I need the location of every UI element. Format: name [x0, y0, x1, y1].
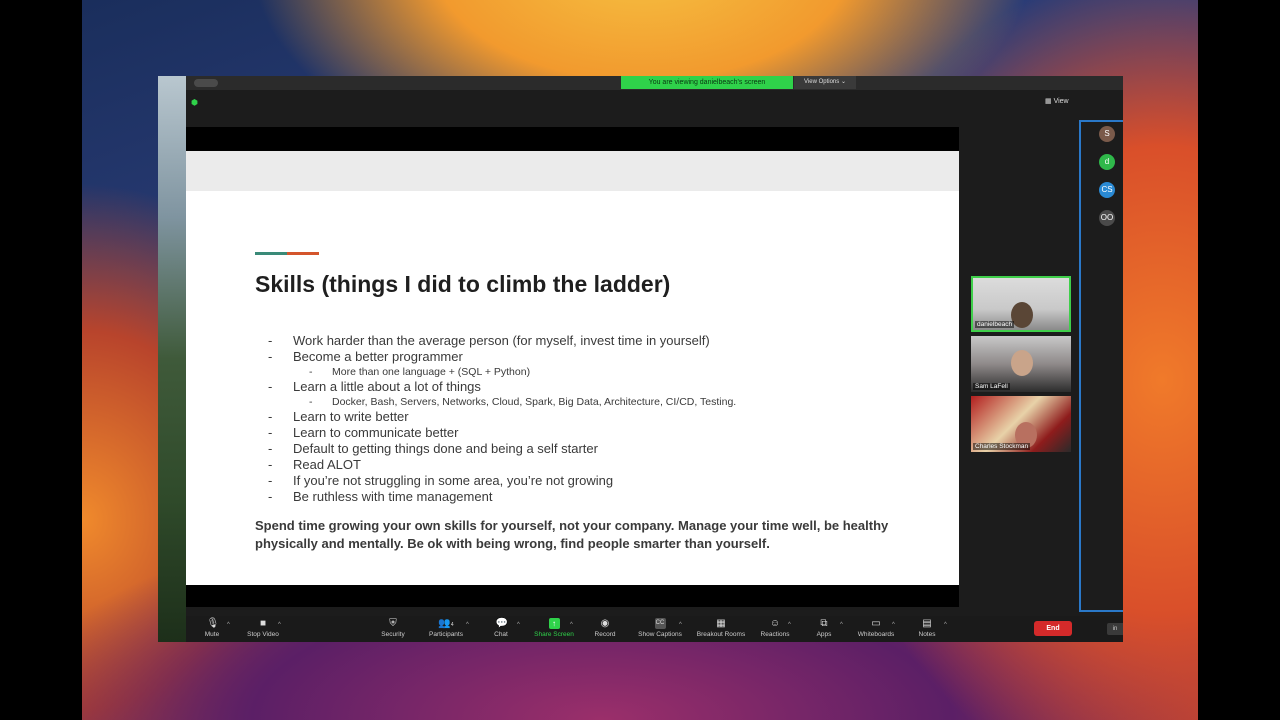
captions-icon: CC: [654, 618, 666, 629]
chevron-up-icon[interactable]: ^: [788, 622, 791, 628]
bullet-item: - Learn to write better: [268, 409, 409, 424]
chevron-up-icon[interactable]: ^: [278, 622, 281, 628]
viewing-screen-banner: You are viewing danielbeach's screen: [621, 76, 793, 89]
participants-button[interactable]: 👥4 Participants: [425, 618, 467, 638]
participants-panel: S d CS OO: [1079, 120, 1123, 612]
avatar[interactable]: d: [1099, 154, 1115, 170]
share-screen-button[interactable]: ↑ Share Screen: [530, 618, 578, 638]
video-camera-icon: ■: [259, 618, 267, 629]
microphone-icon: 🎙: [206, 618, 220, 629]
bullet-item: - If you’re not struggling in some area, …: [268, 473, 614, 488]
background-window-edge: [158, 76, 186, 642]
shared-slide: Skills (things I did to climb the ladder…: [186, 151, 959, 585]
apps-button[interactable]: ⧉ Apps: [812, 618, 836, 638]
chevron-up-icon[interactable]: ^: [227, 622, 230, 628]
chevron-up-icon[interactable]: ^: [892, 622, 895, 628]
avatar[interactable]: S: [1099, 126, 1115, 142]
notes-button[interactable]: ▤ Notes: [914, 618, 940, 638]
bullet-item: - Learn a little about a lot of things: [268, 379, 481, 394]
sub-bullet-item: - Docker, Bash, Servers, Networks, Cloud,…: [309, 396, 737, 408]
stop-video-button[interactable]: ■ Stop Video: [242, 618, 284, 638]
invite-button[interactable]: in: [1107, 623, 1123, 635]
share-screen-icon: ↑: [548, 618, 560, 629]
whiteboard-icon: ▭: [871, 618, 881, 629]
apps-icon: ⧉: [820, 618, 828, 629]
chevron-up-icon[interactable]: ^: [570, 622, 573, 628]
participant-name: Sam LaFell: [973, 383, 1010, 390]
notes-icon: ▤: [922, 618, 932, 629]
chevron-up-icon[interactable]: ^: [944, 622, 947, 628]
view-options-dropdown[interactable]: View Options ⌄: [794, 76, 856, 89]
participant-video: [1011, 350, 1033, 376]
view-button[interactable]: ▦ View: [1045, 97, 1069, 105]
chat-button[interactable]: 💬 Chat: [490, 618, 512, 638]
reactions-button[interactable]: ☺ Reactions: [757, 618, 793, 638]
bullet-item: - Work harder than the average person (fo…: [268, 333, 710, 348]
slide-header-band: [186, 151, 959, 191]
slide-accent-line: [255, 252, 319, 255]
breakout-rooms-button[interactable]: ▦ Breakout Rooms: [693, 618, 749, 638]
participant-video: [1011, 302, 1033, 328]
record-icon: ◉: [600, 618, 610, 629]
participant-name: danielbeach: [975, 321, 1015, 328]
video-tile-sam-lafell[interactable]: Sam LaFell: [971, 336, 1071, 392]
breakout-rooms-icon: ▦: [716, 618, 726, 629]
whiteboards-button[interactable]: ▭ Whiteboards: [853, 618, 899, 638]
window-controls[interactable]: [194, 79, 218, 87]
record-button[interactable]: ◉ Record: [590, 618, 620, 638]
view-label: View: [1053, 98, 1069, 105]
participants-icon: 👥4: [438, 618, 454, 629]
zoom-meeting-window: You are viewing danielbeach's screen Vie…: [186, 76, 1123, 642]
reactions-icon: ☺: [769, 618, 781, 629]
meeting-toolbar: 🎙 Mute ^ ■ Stop Video ^ ⛨ Security 👥4 Partic…: [186, 616, 1123, 642]
bullet-item: - Read ALOT: [268, 457, 361, 472]
end-meeting-button[interactable]: End: [1034, 621, 1072, 636]
video-tile-danielbeach[interactable]: danielbeach: [971, 276, 1071, 332]
bullet-item: - Be ruthless with time management: [268, 489, 493, 504]
bullet-item: - Become a better programmer: [268, 349, 463, 364]
chevron-up-icon[interactable]: ^: [840, 622, 843, 628]
video-tile-charles-stockman[interactable]: Charles Stockman: [971, 396, 1071, 452]
chevron-up-icon[interactable]: ^: [517, 622, 520, 628]
avatar[interactable]: OO: [1099, 210, 1115, 226]
window-title-bar: You are viewing danielbeach's screen Vie…: [186, 76, 1123, 90]
chat-icon: 💬: [495, 618, 508, 629]
shield-icon: ⛨: [389, 618, 397, 629]
slide-summary: Spend time growing your own skills for y…: [255, 518, 889, 551]
mute-button[interactable]: 🎙 Mute: [202, 618, 222, 638]
encryption-shield-icon[interactable]: ⬢: [191, 98, 199, 107]
bullet-item: - Default to getting things done and bein…: [268, 441, 598, 456]
security-button[interactable]: ⛨ Security: [377, 618, 409, 638]
sub-bullet-item: - More than one language + (SQL + Python): [309, 366, 531, 378]
chevron-up-icon[interactable]: ^: [679, 622, 682, 628]
bullet-item: - Learn to communicate better: [268, 425, 459, 440]
participant-name: Charles Stockman: [973, 443, 1031, 450]
slide-title: Skills (things I did to climb the ladder…: [255, 271, 671, 297]
show-captions-button[interactable]: CC Show Captions: [633, 618, 687, 638]
avatar[interactable]: CS: [1099, 182, 1115, 198]
slide-bullet-list: - Work harder than the average person (fo…: [266, 333, 736, 505]
grid-icon: ▦: [1045, 98, 1054, 105]
chevron-up-icon[interactable]: ^: [466, 622, 469, 628]
